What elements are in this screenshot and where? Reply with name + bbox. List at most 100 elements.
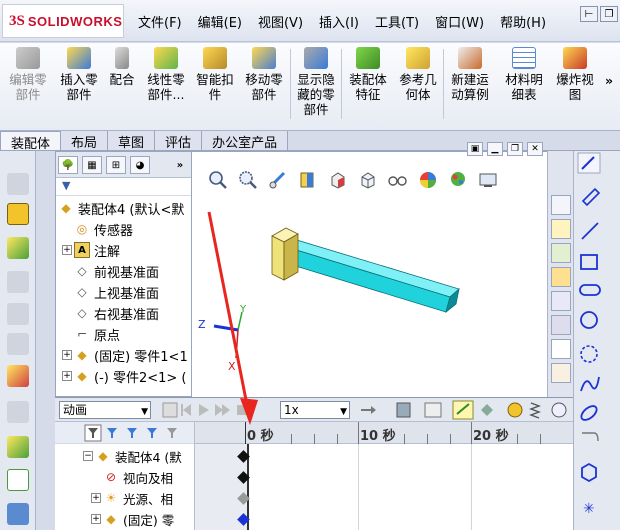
collapse-minus-icon[interactable]: −	[83, 451, 93, 461]
play-icon[interactable]	[199, 404, 209, 416]
expand-plus-icon[interactable]: +	[62, 245, 72, 255]
appearances-scenes-icon[interactable]	[551, 339, 571, 359]
polygon-icon[interactable]	[581, 462, 597, 483]
filter-driving-icon[interactable]	[107, 428, 117, 438]
property-manager-tab-icon[interactable]: ▦	[82, 156, 102, 174]
mate-button[interactable]: 配合	[104, 47, 140, 87]
search-icon[interactable]	[551, 315, 571, 335]
chevron-right-icon[interactable]: »	[170, 156, 190, 174]
solidworks-resources-icon[interactable]	[551, 195, 571, 215]
smart-dimension-icon[interactable]	[581, 187, 601, 207]
study-type-select[interactable]: 动画	[59, 401, 151, 420]
rectangle-icon[interactable]	[580, 254, 598, 270]
component-icon[interactable]	[7, 203, 29, 225]
calculate-icon[interactable]	[162, 402, 178, 418]
tree-item-origin[interactable]: ⌐ 原点	[74, 324, 120, 344]
playback-mode-icon[interactable]	[361, 406, 376, 414]
expand-plus-icon[interactable]: +	[91, 514, 101, 524]
show-hidden-components-button[interactable]: 显示隐 藏的零 部件	[292, 47, 340, 117]
view-settings-icon[interactable]	[476, 168, 500, 192]
linear-pattern-button[interactable]: 线性零 部件...	[142, 47, 190, 102]
section-view-icon[interactable]	[296, 168, 320, 192]
expand-plus-icon[interactable]: +	[91, 493, 101, 503]
menu-view[interactable]: 视图(V)	[250, 12, 311, 31]
design-library-icon[interactable]	[551, 243, 571, 263]
menu-help[interactable]: 帮助(H)	[492, 12, 554, 31]
tab-layout[interactable]: 布局	[61, 131, 109, 151]
solidworks-logo[interactable]: 3S SOLIDWORKS	[2, 4, 124, 38]
timeline-area[interactable]: 0 秒 10 秒 20 秒	[195, 422, 573, 530]
tab-evaluate[interactable]: 评估	[155, 131, 203, 151]
smart-fastener-button[interactable]: 智能扣 件	[192, 47, 238, 102]
extrude-icon[interactable]	[7, 173, 29, 195]
point-icon[interactable]: ✳	[583, 501, 595, 517]
motion-tree-part1[interactable]: + ◆ (固定) 零	[91, 509, 174, 529]
ellipse-icon[interactable]	[579, 403, 599, 422]
animation-wizard-icon[interactable]	[424, 402, 442, 418]
feature-filter[interactable]: ▼	[56, 178, 191, 196]
motion-tree-lights[interactable]: + ☀ 光源、相	[91, 488, 173, 508]
pin-icon[interactable]: ⊢	[580, 6, 598, 22]
menu-insert[interactable]: 插入(I)	[311, 12, 367, 31]
restore-icon[interactable]: ❐	[600, 6, 618, 22]
add-key-icon[interactable]	[481, 404, 493, 416]
rewind-icon[interactable]	[181, 404, 191, 416]
viewport-tile-icon[interactable]: ▣	[467, 142, 483, 156]
filter-icon[interactable]: ▼	[62, 179, 70, 192]
filter-animated-icon[interactable]	[84, 424, 102, 442]
home-icon[interactable]	[551, 219, 571, 239]
tree-item-sensors[interactable]: ◎ 传感器	[74, 219, 133, 239]
curve-icon[interactable]	[7, 469, 29, 491]
ribbon-more-button[interactable]: »	[602, 73, 616, 88]
tree-item-front-plane[interactable]: ◇ 前视基准面	[74, 261, 159, 281]
spring-icon[interactable]	[529, 402, 541, 419]
motion-tree-assembly[interactable]: − ◆ 装配体4 (默	[83, 446, 182, 466]
pattern-icon[interactable]	[7, 401, 29, 423]
tree-item-annotations[interactable]: + A 注解	[62, 240, 120, 260]
view-orientation-icon[interactable]	[326, 168, 350, 192]
weld-icon[interactable]	[7, 503, 29, 525]
spline-icon[interactable]	[580, 376, 600, 392]
zoom-to-area-icon[interactable]	[236, 168, 260, 192]
filter-results-icon[interactable]	[147, 428, 157, 438]
file-explorer-icon[interactable]	[551, 267, 571, 287]
edit-component-button[interactable]: 编辑零 部件	[4, 47, 52, 102]
sweep-icon[interactable]	[7, 303, 29, 325]
arc-icon[interactable]	[580, 345, 598, 363]
motor-icon[interactable]	[507, 402, 523, 418]
assembly-feature-button[interactable]: 装配体 特征	[344, 47, 392, 102]
viewport-close-icon[interactable]: ✕	[527, 142, 543, 156]
tree-item-assembly[interactable]: ◆ 装配体4 (默认<默	[58, 198, 184, 218]
mirror-icon[interactable]	[7, 436, 29, 458]
playback-speed-select[interactable]: 1x	[280, 401, 350, 420]
move-component-button[interactable]: 移动零 部件	[240, 47, 288, 102]
circle-icon[interactable]	[580, 311, 598, 329]
save-animation-icon[interactable]	[396, 402, 411, 418]
view-palette-icon[interactable]	[551, 291, 571, 311]
tab-sketch[interactable]: 草图	[108, 131, 156, 151]
revolve-icon[interactable]	[7, 271, 29, 293]
insert-component-button[interactable]: 插入零 部件	[56, 47, 102, 102]
zoom-to-fit-icon[interactable]	[206, 168, 230, 192]
line-icon[interactable]	[581, 222, 599, 240]
configuration-tab-icon[interactable]: ⊞	[106, 156, 126, 174]
play-forward-icon[interactable]	[215, 404, 230, 416]
filter-selected-icon[interactable]	[127, 428, 137, 438]
reference-geometry-button[interactable]: 参考几 何体	[394, 47, 442, 102]
tree-item-part1[interactable]: + ◆ (固定) 零件1<1	[62, 345, 188, 365]
stop-icon[interactable]	[237, 405, 247, 415]
edit-appearance-icon[interactable]	[416, 168, 440, 192]
bill-of-materials-button[interactable]: 材料明 细表	[500, 47, 548, 102]
magic-wand-icon[interactable]	[7, 365, 29, 387]
display-style-icon[interactable]	[356, 168, 380, 192]
new-motion-study-button[interactable]: 新建运 动算例	[446, 47, 494, 102]
slot-icon[interactable]	[579, 284, 601, 296]
tree-item-part2[interactable]: + ◆ (-) 零件2<1> (	[62, 366, 187, 386]
tree-item-top-plane[interactable]: ◇ 上视基准面	[74, 282, 159, 302]
autokey-icon[interactable]	[452, 400, 474, 420]
expand-plus-icon[interactable]: +	[62, 371, 72, 381]
hide-show-items-icon[interactable]	[386, 168, 410, 192]
expand-plus-icon[interactable]: +	[62, 350, 72, 360]
tab-office-products[interactable]: 办公室产品	[202, 131, 289, 151]
tree-item-right-plane[interactable]: ◇ 右视基准面	[74, 303, 159, 323]
